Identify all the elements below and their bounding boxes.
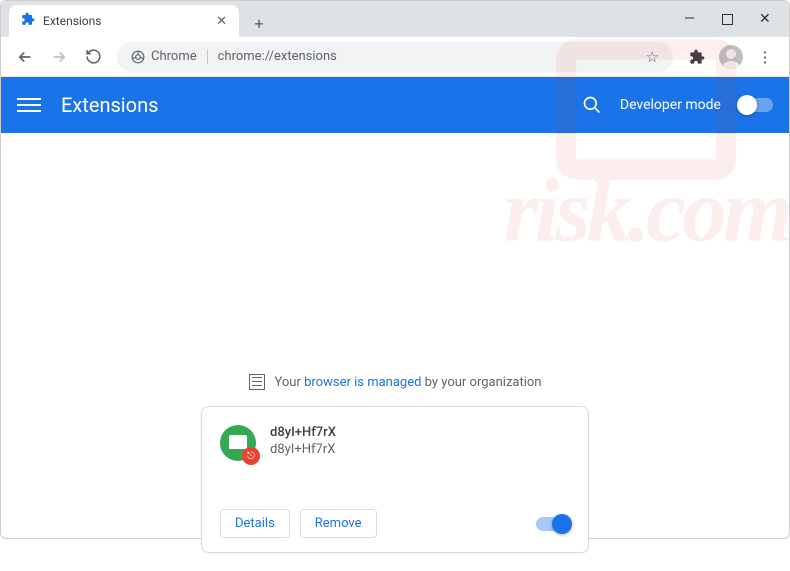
extension-description: d8yI+Hf7rX [270,442,336,457]
details-button[interactable]: Details [220,509,290,538]
developer-mode-label: Developer mode [620,97,721,113]
extension-name: d8yI+Hf7rX [270,425,336,440]
avatar-icon [719,45,743,69]
chrome-menu-button[interactable]: ⋮ [749,41,781,73]
new-tab-button[interactable]: + [245,9,273,37]
page-title: Extensions [61,93,158,117]
browser-toolbar: Chrome chrome://extensions ☆ ⋮ [1,37,789,77]
managed-banner: Your browser is managed by your organiza… [249,374,542,390]
developer-mode-toggle[interactable] [739,98,773,112]
building-icon [249,374,265,390]
remove-button[interactable]: Remove [300,509,377,538]
managed-text: Your browser is managed by your organiza… [275,375,542,390]
chrome-icon [131,50,145,64]
search-button[interactable] [582,95,602,115]
main-menu-button[interactable] [17,98,41,112]
back-button[interactable] [9,41,41,73]
extension-icon [21,12,35,30]
maximize-button[interactable] [722,14,733,25]
profile-button[interactable] [715,41,747,73]
tab-extensions[interactable]: Extensions ✕ [9,5,239,37]
extensions-menu-button[interactable] [681,41,713,73]
reload-button[interactable] [77,41,109,73]
bookmark-star-icon[interactable]: ☆ [646,48,659,66]
extensions-header: Extensions Developer mode [1,77,789,133]
window-controls: — ✕ [666,1,789,37]
close-window-button[interactable]: ✕ [759,13,771,25]
address-bar[interactable]: Chrome chrome://extensions ☆ [117,42,673,72]
forward-button[interactable] [43,41,75,73]
extension-card: d8yI+Hf7rX d8yI+Hf7rX Details Remove [201,406,589,553]
minimize-button[interactable]: — [684,13,696,25]
tab-title: Extensions [43,14,101,28]
extension-enable-toggle[interactable] [536,517,570,531]
managed-link[interactable]: browser is managed [304,375,421,390]
close-tab-button[interactable]: ✕ [216,14,227,29]
chrome-label-text: Chrome [151,49,197,64]
site-identity: Chrome [131,49,208,64]
url-text: chrome://extensions [218,49,337,64]
extension-app-icon [220,425,256,461]
content-area: risk.com Your browser is managed by your… [1,133,789,571]
